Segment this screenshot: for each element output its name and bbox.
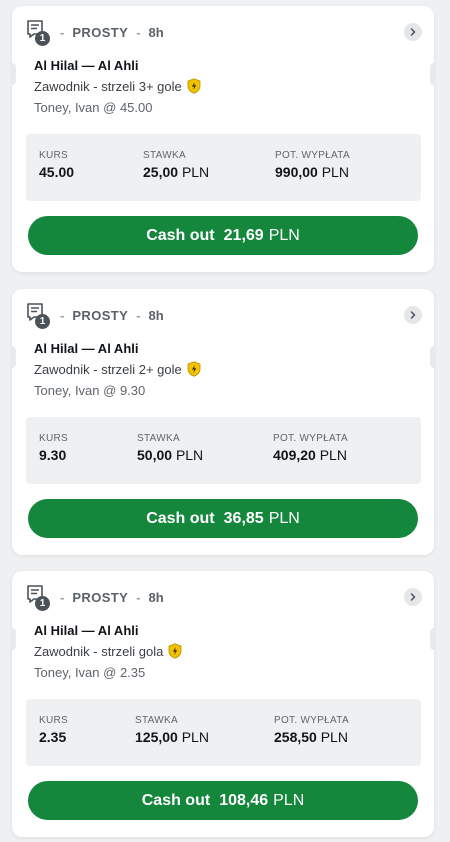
stake-label: STAWKA <box>135 715 178 726</box>
odds-stat: KURS 2.35 <box>39 715 68 745</box>
slip-count-badge: 1 <box>35 596 50 611</box>
selection-odds: Toney, Ivan @ 9.30 <box>34 383 146 398</box>
card-edge-notch-left <box>12 346 16 368</box>
payout-label: POT. WYPŁATA <box>273 433 348 444</box>
odds-label: KURS <box>39 150 68 161</box>
odds-label: KURS <box>39 433 68 444</box>
payout-stat: POT. WYPŁATA 990,00 PLN <box>275 150 350 180</box>
cashout-currency: PLN <box>268 509 300 527</box>
payout-stat: POT. WYPŁATA 409,20 PLN <box>273 433 348 463</box>
cashout-label: Cash out <box>146 226 215 244</box>
bet-card: 1 - PROSTY - 8h Al Hilal — Al Ahli Zawod… <box>12 571 434 837</box>
expand-bet-button[interactable] <box>404 588 422 606</box>
cashout-amount: 108,46 <box>219 791 269 809</box>
payout-currency: PLN <box>321 164 349 180</box>
stake-currency: PLN <box>175 447 204 463</box>
market-row: Zawodnik - strzeli gola <box>34 643 182 659</box>
card-edge-notch-right <box>430 63 434 85</box>
bet-type-label: PROSTY <box>72 24 129 40</box>
payout-amount: 409,20 <box>273 447 316 463</box>
match-name: Al Hilal — Al Ahli <box>34 341 139 356</box>
slip-count-badge: 1 <box>35 314 50 329</box>
payout-stat: POT. WYPŁATA 258,50 PLN <box>274 715 349 745</box>
stake-currency: PLN <box>181 164 210 180</box>
header-separator: - <box>60 24 65 40</box>
bet-card-header: 1 - PROSTY - 8h <box>26 19 164 46</box>
header-separator: - <box>60 589 65 605</box>
bet-slip-icon: 1 <box>26 302 50 329</box>
match-name: Al Hilal — Al Ahli <box>34 623 139 638</box>
bet-card-header: 1 - PROSTY - 8h <box>26 302 164 329</box>
odds-value: 2.35 <box>39 729 67 745</box>
cashout-label: Cash out <box>146 509 215 527</box>
card-edge-notch-right <box>430 346 434 368</box>
expand-bet-button[interactable] <box>404 23 422 41</box>
odds-label: KURS <box>39 715 68 726</box>
chevron-right-icon <box>410 593 416 601</box>
header-separator: - <box>136 307 141 323</box>
cashout-button[interactable]: Cash out 108,46 PLN <box>28 781 418 820</box>
market-row: Zawodnik - strzeli 2+ gole <box>34 361 201 377</box>
bet-stats-panel: KURS 45.00 STAWKA 25,00 PLN POT. WYPŁATA… <box>26 134 421 201</box>
selection-odds: Toney, Ivan @ 45.00 <box>34 100 153 115</box>
selection-odds: Toney, Ivan @ 2.35 <box>34 665 146 680</box>
bet-type-label: PROSTY <box>72 307 129 323</box>
match-name: Al Hilal — Al Ahli <box>34 58 139 73</box>
market-row: Zawodnik - strzeli 3+ gole <box>34 78 201 94</box>
bet-card: 1 - PROSTY - 8h Al Hilal — Al Ahli Zawod… <box>12 6 434 272</box>
stake-amount: 125,00 <box>135 729 178 745</box>
stake-stat: STAWKA 50,00 PLN <box>137 433 203 463</box>
cashout-currency: PLN <box>268 226 300 244</box>
payout-label: POT. WYPŁATA <box>275 150 350 161</box>
shield-boost-icon <box>168 643 182 659</box>
cashout-label: Cash out <box>141 791 211 809</box>
bet-card: 1 - PROSTY - 8h Al Hilal — Al Ahli Zawod… <box>12 289 434 555</box>
payout-currency: PLN <box>319 447 347 463</box>
card-edge-notch-right <box>430 628 434 650</box>
cashout-amount: 21,69 <box>223 226 264 244</box>
bet-slip-icon: 1 <box>26 19 50 46</box>
header-separator: - <box>136 24 141 40</box>
odds-value: 9.30 <box>39 447 67 463</box>
bet-type-label: PROSTY <box>72 589 129 605</box>
payout-amount: 258,50 <box>274 729 317 745</box>
card-edge-notch-left <box>12 628 16 650</box>
odds-value: 45.00 <box>39 164 75 180</box>
shield-boost-icon <box>187 78 201 94</box>
bet-stats-panel: KURS 2.35 STAWKA 125,00 PLN POT. WYPŁATA… <box>26 699 421 766</box>
stake-stat: STAWKA 125,00 PLN <box>135 715 209 745</box>
bet-slip-icon: 1 <box>26 584 50 611</box>
market-name: Zawodnik - strzeli 2+ gole <box>34 361 182 377</box>
odds-stat: KURS 45.00 <box>39 150 74 180</box>
header-separator: - <box>136 589 141 605</box>
bet-card-header: 1 - PROSTY - 8h <box>26 584 164 611</box>
cashout-button[interactable]: Cash out 36,85 PLN <box>28 499 418 538</box>
expand-bet-button[interactable] <box>404 306 422 324</box>
stake-label: STAWKA <box>137 433 180 444</box>
chevron-right-icon <box>410 311 416 319</box>
bet-time-label: 8h <box>148 307 164 323</box>
cashout-currency: PLN <box>273 791 305 809</box>
stake-amount: 50,00 <box>137 447 173 463</box>
header-separator: - <box>60 307 65 323</box>
payout-currency: PLN <box>320 729 348 745</box>
bet-time-label: 8h <box>148 589 164 605</box>
odds-stat: KURS 9.30 <box>39 433 68 463</box>
stake-currency: PLN <box>181 729 209 745</box>
stake-stat: STAWKA 25,00 PLN <box>143 150 209 180</box>
cashout-amount: 36,85 <box>223 509 264 527</box>
slip-count-badge: 1 <box>35 31 50 46</box>
stake-label: STAWKA <box>143 150 186 161</box>
chevron-right-icon <box>410 28 416 36</box>
stake-amount: 25,00 <box>143 164 179 180</box>
shield-boost-icon <box>187 361 201 377</box>
market-name: Zawodnik - strzeli gola <box>34 643 164 659</box>
bet-time-label: 8h <box>148 24 164 40</box>
payout-label: POT. WYPŁATA <box>274 715 349 726</box>
cashout-button[interactable]: Cash out 21,69 PLN <box>28 216 418 255</box>
payout-amount: 990,00 <box>275 164 318 180</box>
card-edge-notch-left <box>12 63 16 85</box>
market-name: Zawodnik - strzeli 3+ gole <box>34 78 182 94</box>
bet-stats-panel: KURS 9.30 STAWKA 50,00 PLN POT. WYPŁATA … <box>26 417 421 484</box>
